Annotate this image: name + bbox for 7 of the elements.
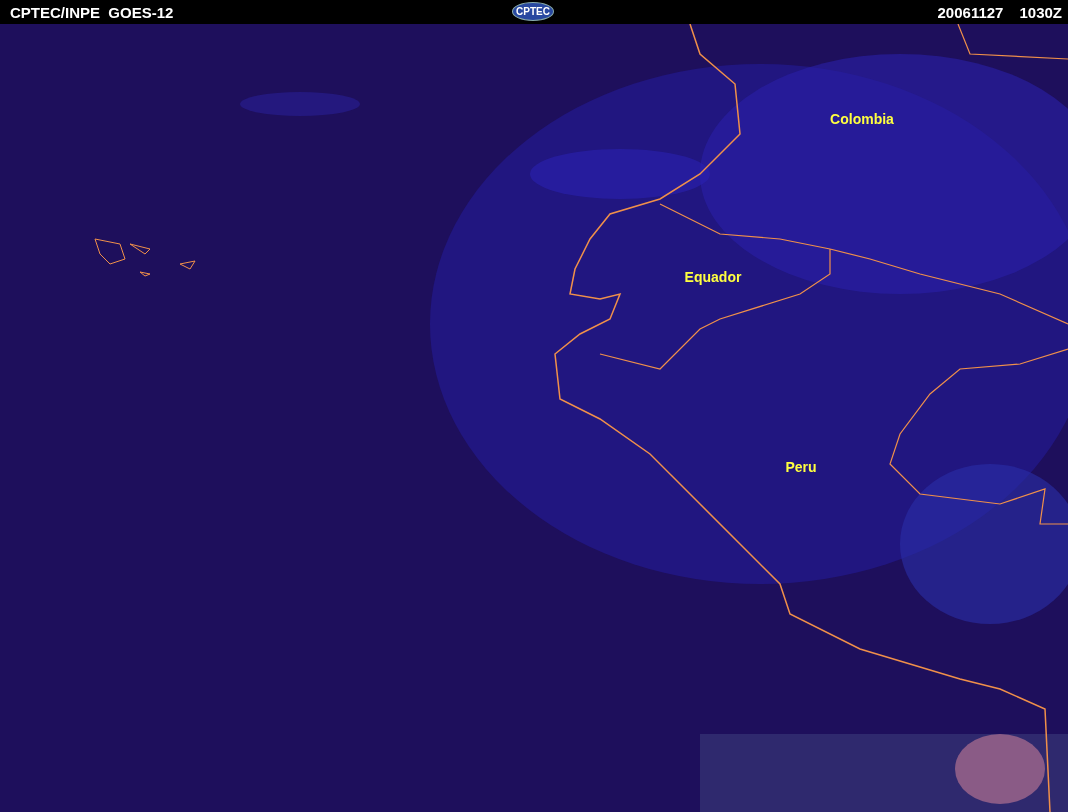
product-title: CPTEC/INPE GOES-12: [10, 3, 174, 21]
time-text: 1030Z: [1019, 3, 1062, 21]
country-label: Peru: [785, 459, 817, 475]
logo-badge: CPTEC: [512, 2, 554, 21]
date-text: 20061127: [937, 3, 1004, 21]
country-label: Equador: [684, 269, 742, 285]
country-label: Colombia: [830, 111, 894, 127]
